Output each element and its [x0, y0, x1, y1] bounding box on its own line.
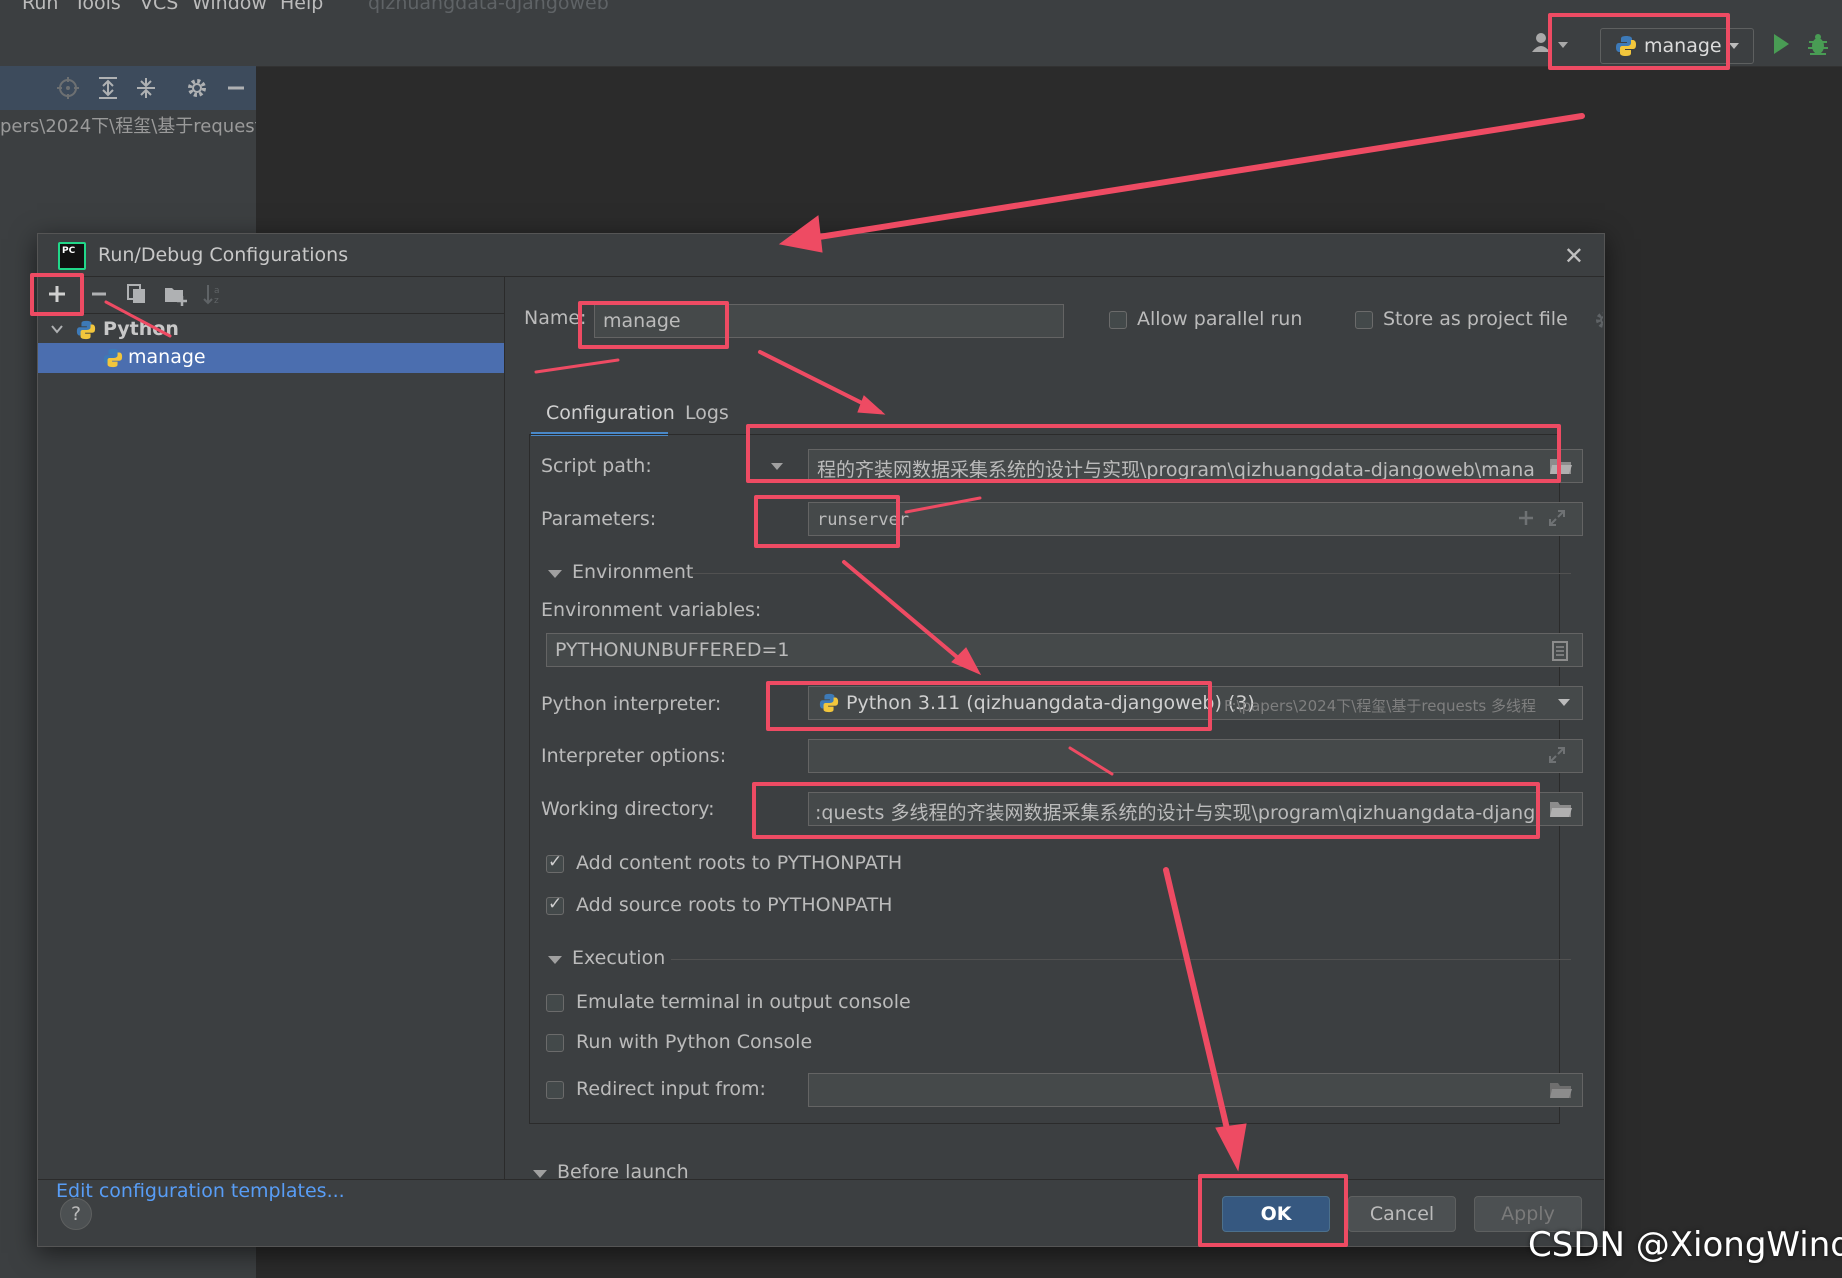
- project-path[interactable]: pers\2024下\程玺\基于requests: [0, 112, 256, 138]
- emulate-terminal-checkbox[interactable]: [546, 994, 564, 1012]
- pycharm-logo-icon: PC: [58, 242, 86, 270]
- chevron-down-icon[interactable]: [548, 956, 562, 964]
- annotation-box-name: [578, 301, 729, 349]
- divider: [691, 573, 1571, 574]
- expand-all-icon[interactable]: [96, 76, 120, 100]
- redirect-input-checkbox[interactable]: [546, 1081, 564, 1099]
- gear-icon[interactable]: [185, 76, 209, 100]
- run-with-console-checkbox[interactable]: [546, 1034, 564, 1052]
- before-launch-section-title: Before launch: [557, 1161, 689, 1179]
- svg-text:z: z: [214, 296, 219, 306]
- menu-vcs[interactable]: VCS: [140, 0, 178, 14]
- store-as-project-file-label: Store as project file: [1383, 308, 1568, 330]
- redirect-input-label: Redirect input from:: [576, 1078, 766, 1100]
- divider: [671, 959, 1571, 960]
- annotation-box-run-config: [1548, 13, 1730, 70]
- script-path-label: Script path:: [541, 455, 652, 477]
- interpreter-path: F:\papers\2024下\程玺\基于requests 多线程: [1224, 697, 1536, 715]
- tab-logs[interactable]: Logs: [685, 402, 729, 424]
- tree-toolbar: az: [38, 277, 504, 314]
- tree-item-manage[interactable]: manage: [38, 343, 504, 373]
- allow-parallel-run-label: Allow parallel run: [1137, 308, 1303, 330]
- annotation-box-add: [30, 273, 84, 316]
- dialog-button-bar: ? OK Cancel Apply: [38, 1179, 1604, 1246]
- add-content-roots-checkbox[interactable]: [546, 852, 564, 873]
- menu-run[interactable]: Run: [22, 0, 58, 14]
- help-button[interactable]: ?: [60, 1198, 92, 1230]
- collapse-all-icon[interactable]: [134, 76, 158, 100]
- tree-group-label: Python: [103, 318, 179, 340]
- remove-icon[interactable]: [86, 281, 112, 307]
- chevron-down-icon[interactable]: [50, 321, 64, 335]
- expand-icon[interactable]: [1547, 745, 1567, 769]
- sort-icon[interactable]: az: [201, 281, 227, 307]
- redirect-input-field[interactable]: [808, 1073, 1583, 1107]
- add-icon[interactable]: [1516, 508, 1536, 532]
- annotation-box-parameters: [754, 495, 900, 548]
- allow-parallel-run-checkbox[interactable]: [1109, 311, 1127, 329]
- add-source-roots-checkbox[interactable]: [546, 894, 564, 915]
- folder-icon[interactable]: [1549, 1080, 1573, 1100]
- run-debug-configurations-dialog: PC Run/Debug Configurations ✕ az Python …: [37, 233, 1605, 1247]
- add-source-roots-label: Add source roots to PYTHONPATH: [576, 894, 893, 916]
- tree-item-label: manage: [128, 346, 206, 368]
- chevron-down-icon[interactable]: [548, 570, 562, 578]
- tree-group-python[interactable]: Python: [38, 315, 504, 345]
- debug-icon[interactable]: [1806, 32, 1830, 56]
- menu-bar: Run Tools VCS Window Help qizhuangdata-d…: [0, 0, 1842, 14]
- env-vars-value: PYTHONUNBUFFERED=1: [555, 639, 790, 661]
- annotation-box-interpreter: [766, 681, 1212, 731]
- folder-icon[interactable]: [1549, 799, 1573, 819]
- store-as-project-file-checkbox[interactable]: [1355, 311, 1373, 329]
- run-with-console-label: Run with Python Console: [576, 1031, 813, 1053]
- expand-icon[interactable]: [1547, 508, 1567, 532]
- annotation-box-ok: [1198, 1174, 1348, 1247]
- parameters-label: Parameters:: [541, 508, 657, 530]
- configurations-tree-pane: az Python manage Edit configuration temp…: [38, 277, 505, 1202]
- python-icon: [103, 348, 123, 368]
- watermark: CSDN @XiongWinds: [1528, 1225, 1842, 1265]
- folder-add-icon[interactable]: [162, 281, 188, 307]
- interpreter-options-label: Interpreter options:: [541, 745, 727, 767]
- annotation-arrow-dialog: [797, 113, 1585, 243]
- locate-icon[interactable]: [56, 76, 80, 100]
- chevron-down-icon[interactable]: [1558, 699, 1570, 706]
- chevron-down-icon[interactable]: [533, 1170, 547, 1178]
- run-icon[interactable]: [1774, 34, 1789, 54]
- chevron-down-icon: [1729, 43, 1739, 49]
- working-dir-label: Working directory:: [541, 798, 715, 820]
- env-vars-label: Environment variables:: [541, 599, 762, 621]
- environment-section-title: Environment: [572, 561, 694, 583]
- menu-help[interactable]: Help: [280, 0, 323, 14]
- gear-icon[interactable]: [1593, 309, 1603, 335]
- interpreter-options-input[interactable]: [808, 739, 1583, 773]
- configuration-panel: [529, 434, 1560, 1124]
- cancel-button[interactable]: Cancel: [1348, 1196, 1456, 1232]
- window-title: qizhuangdata-djangoweb: [368, 0, 609, 14]
- emulate-terminal-label: Emulate terminal in output console: [576, 991, 911, 1013]
- tab-configuration[interactable]: Configuration: [546, 402, 675, 424]
- svg-text:a: a: [214, 286, 220, 296]
- interpreter-label: Python interpreter:: [541, 693, 722, 715]
- dialog-title: Run/Debug Configurations: [98, 244, 349, 266]
- close-icon[interactable]: ✕: [1564, 242, 1584, 270]
- copy-icon[interactable]: [124, 281, 150, 307]
- menu-tools[interactable]: Tools: [74, 0, 121, 14]
- list-icon[interactable]: [1550, 640, 1570, 666]
- python-icon: [76, 320, 96, 340]
- minimize-icon[interactable]: [224, 76, 248, 100]
- env-vars-input[interactable]: PYTHONUNBUFFERED=1: [546, 633, 1583, 667]
- add-content-roots-label: Add content roots to PYTHONPATH: [576, 852, 903, 874]
- execution-section-title: Execution: [572, 947, 666, 969]
- project-panel-header: [0, 66, 256, 110]
- parameters-input[interactable]: runserver: [808, 502, 1583, 536]
- annotation-box-working-dir: [752, 782, 1540, 839]
- menu-window[interactable]: Window: [192, 0, 267, 14]
- annotation-box-script-path: [746, 424, 1561, 483]
